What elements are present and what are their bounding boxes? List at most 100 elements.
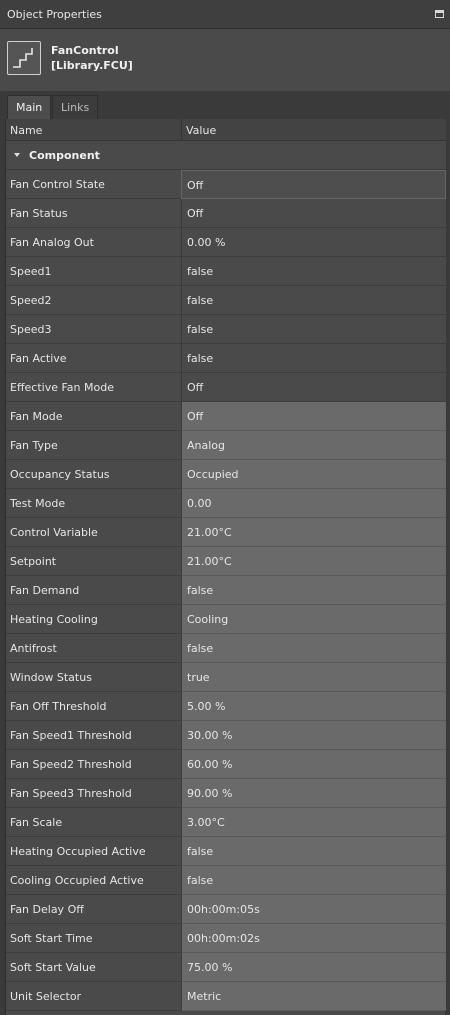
property-row[interactable]: Speed1 false <box>6 257 446 286</box>
property-name: Fan Speed3 Threshold <box>6 779 181 808</box>
tab-links[interactable]: Links <box>52 95 99 120</box>
property-row[interactable]: Fan Delay Off 00h:00m:05s <box>6 895 446 924</box>
property-value[interactable]: 00h:00m:05s <box>181 895 446 924</box>
property-value[interactable]: 3.00°C <box>181 808 446 837</box>
property-name: Occupancy Status <box>6 460 181 489</box>
tab-bar: Main Links <box>0 92 450 120</box>
property-value: Off <box>181 373 446 402</box>
property-value: false <box>181 315 446 344</box>
collapse-arrow-icon[interactable] <box>14 153 20 157</box>
property-value[interactable]: true <box>181 663 446 692</box>
object-name: FanControl [Library.FCU] <box>51 43 133 73</box>
property-value[interactable]: 60.00 % <box>181 750 446 779</box>
property-row[interactable]: Fan Scale 3.00°C <box>6 808 446 837</box>
property-name: Effective Fan Mode <box>6 373 181 402</box>
property-name: Fan Analog Out <box>6 228 181 257</box>
property-row[interactable]: Fan Demand false <box>6 576 446 605</box>
property-row[interactable]: Fan Speed2 Threshold 60.00 % <box>6 750 446 779</box>
property-value: Off <box>181 170 446 199</box>
property-value[interactable]: Analog <box>181 431 446 460</box>
property-name: Control Variable <box>6 518 181 547</box>
property-value[interactable]: Off <box>181 402 446 431</box>
property-row[interactable]: Fan Mode Off <box>6 402 446 431</box>
object-name-line1: FanControl <box>51 44 119 57</box>
group-label: Component <box>29 149 100 162</box>
property-value[interactable]: 30.00 % <box>181 721 446 750</box>
property-value[interactable]: false <box>181 837 446 866</box>
property-row[interactable]: Unit Selector Metric <box>6 982 446 1011</box>
property-name: Fan Demand <box>6 576 181 605</box>
property-row[interactable]: Heating Occupied Active false <box>6 837 446 866</box>
property-value: false <box>181 286 446 315</box>
column-name-header[interactable]: Name <box>10 124 42 137</box>
property-value[interactable]: false <box>181 634 446 663</box>
property-name: Fan Scale <box>6 808 181 837</box>
property-name: Window Status <box>6 663 181 692</box>
property-name: Unit Selector <box>6 982 181 1011</box>
property-row[interactable]: Soft Start Time 00h:00m:02s <box>6 924 446 953</box>
group-component[interactable]: Component <box>6 141 446 170</box>
property-name: Fan Speed2 Threshold <box>6 750 181 779</box>
property-row[interactable]: Cooling Occupied Active false <box>6 866 446 895</box>
property-value[interactable]: 21.00°C <box>181 518 446 547</box>
property-row[interactable]: Occupancy Status Occupied <box>6 460 446 489</box>
property-value[interactable]: 75.00 % <box>181 953 446 982</box>
property-row[interactable]: Fan Active false <box>6 344 446 373</box>
property-row[interactable]: Effective Fan Mode Off <box>6 373 446 402</box>
panel-title: Object Properties <box>7 8 102 21</box>
property-name: Speed2 <box>6 286 181 315</box>
property-row[interactable]: Speed3 false <box>6 315 446 344</box>
property-name: Speed3 <box>6 315 181 344</box>
property-value[interactable]: 0.00 <box>181 489 446 518</box>
object-header: FanControl [Library.FCU] <box>0 29 450 92</box>
property-value[interactable]: false <box>181 866 446 895</box>
property-row[interactable]: Setpoint 21.00°C <box>6 547 446 576</box>
property-row[interactable]: Fan Status Off <box>6 199 446 228</box>
property-value: Off <box>181 199 446 228</box>
property-row[interactable]: Fan Speed1 Threshold 30.00 % <box>6 721 446 750</box>
property-name: Soft Start Value <box>6 953 181 982</box>
panel-titlebar: Object Properties <box>0 0 450 29</box>
property-value[interactable]: 21.00°C <box>181 547 446 576</box>
property-name: Fan Control State <box>6 170 181 199</box>
column-value-header[interactable]: Value <box>186 124 216 137</box>
property-name: Setpoint <box>6 547 181 576</box>
property-value[interactable]: 90.00 % <box>181 779 446 808</box>
property-row[interactable]: Fan Control State Off <box>6 170 446 199</box>
property-value[interactable]: Metric <box>181 982 446 1011</box>
object-name-line2: [Library.FCU] <box>51 59 133 72</box>
property-name: Fan Status <box>6 199 181 228</box>
tab-main[interactable]: Main <box>7 95 52 120</box>
property-row[interactable]: Heating Cooling Cooling <box>6 605 446 634</box>
property-row[interactable]: Fan Speed3 Threshold 90.00 % <box>6 779 446 808</box>
stair-step-icon <box>7 41 41 75</box>
property-value[interactable]: Occupied <box>181 460 446 489</box>
property-value[interactable]: Cooling <box>181 605 446 634</box>
property-row[interactable]: Fan Off Threshold 5.00 % <box>6 692 446 721</box>
property-value[interactable]: 00h:00m:02s <box>181 924 446 953</box>
property-row[interactable]: Antifrost false <box>6 634 446 663</box>
property-name: Cooling Occupied Active <box>6 866 181 895</box>
property-row[interactable]: Speed2 false <box>6 286 446 315</box>
property-value[interactable]: 5.00 % <box>181 692 446 721</box>
property-name: Fan Delay Off <box>6 895 181 924</box>
property-name: Fan Off Threshold <box>6 692 181 721</box>
property-row[interactable]: Fan Analog Out 0.00 % <box>6 228 446 257</box>
property-row[interactable]: Window Status true <box>6 663 446 692</box>
property-value[interactable]: false <box>181 576 446 605</box>
grid-column-header: Name Value <box>6 119 446 141</box>
property-row[interactable]: Control Variable 21.00°C <box>6 518 446 547</box>
property-row[interactable]: Fan Type Analog <box>6 431 446 460</box>
property-name: Speed1 <box>6 257 181 286</box>
property-value: false <box>181 257 446 286</box>
property-value: 0.00 % <box>181 228 446 257</box>
property-row[interactable]: Test Mode 0.00 <box>6 489 446 518</box>
property-name: Test Mode <box>6 489 181 518</box>
maximize-icon[interactable] <box>435 10 444 18</box>
property-grid: Name Value Component Fan Control State Of… <box>5 119 446 1015</box>
property-name: Fan Type <box>6 431 181 460</box>
property-name: Antifrost <box>6 634 181 663</box>
property-name: Fan Speed1 Threshold <box>6 721 181 750</box>
property-row[interactable]: Soft Start Value 75.00 % <box>6 953 446 982</box>
column-divider[interactable] <box>181 119 182 141</box>
